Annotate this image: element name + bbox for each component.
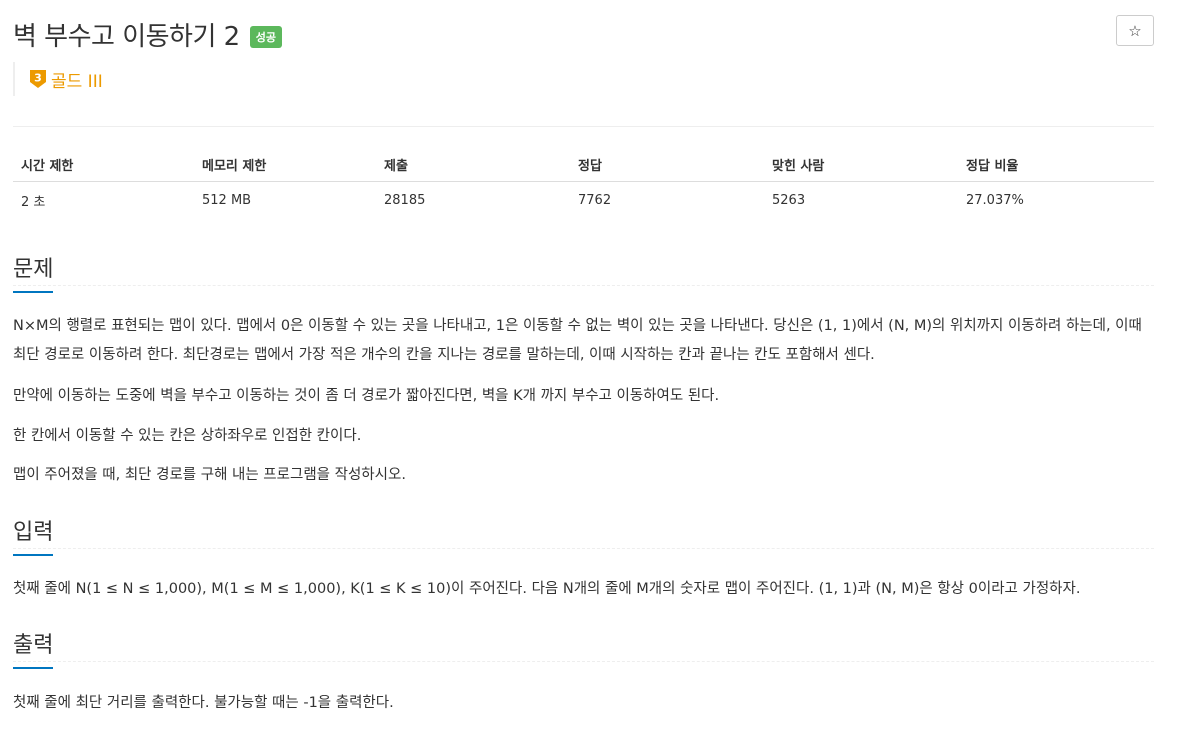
description-paragraph: 한 칸에서 이동할 수 있는 칸은 상하좌우로 인접한 칸이다. xyxy=(13,428,362,444)
tier-level-number: 3 xyxy=(34,72,42,85)
section-divider xyxy=(13,548,1154,549)
input-paragraph: 첫째 줄에 N(1 ≤ N ≤ 1,000), M(1 ≤ M ≤ 1,000)… xyxy=(13,581,1081,597)
value-submissions[interactable]: 28185 xyxy=(376,182,570,219)
value-accept-rate: 27.037% xyxy=(966,192,1024,208)
divider xyxy=(13,126,1154,127)
tier-label[interactable]: 골드 III xyxy=(51,67,103,92)
tier-badge-icon: 3 xyxy=(30,70,46,88)
star-icon: ☆ xyxy=(1128,21,1142,40)
value-accepted: 7762 xyxy=(578,192,612,208)
description-paragraph: 만약에 이동하는 도중에 벽을 부수고 이동하는 것이 좀 더 경로가 짧아진다… xyxy=(13,388,720,404)
favorite-button[interactable]: ☆ xyxy=(1116,15,1154,46)
title-row: 벽 부수고 이동하기 2 성공 xyxy=(13,14,282,54)
value-solved-users: 5263 xyxy=(772,192,806,208)
header-accepted: 정답 xyxy=(570,147,764,182)
description-paragraph: 맵이 주어졌을 때, 최단 경로를 구해 내는 프로그램을 작성하시오. xyxy=(13,467,406,483)
info-value-row: 2 초 512 MB 28185 7762 5263 27.037% xyxy=(13,182,1154,219)
output-paragraph: 첫째 줄에 최단 거리를 출력한다. 불가능할 때는 -1을 출력한다. xyxy=(13,695,394,711)
section-divider xyxy=(13,285,1154,286)
section-title-output: 출력 xyxy=(13,627,54,669)
info-header-row: 시간 제한 메모리 제한 제출 정답 맞힌 사람 정답 비율 xyxy=(13,147,1154,182)
section-title-input: 입력 xyxy=(13,514,54,556)
description-paragraph: N×M의 행렬로 표현되는 맵이 있다. 맵에서 0은 이동할 수 있는 곳을 … xyxy=(13,318,1142,363)
problem-info-table: 시간 제한 메모리 제한 제출 정답 맞힌 사람 정답 비율 2 초 512 M… xyxy=(13,147,1154,218)
value-time-limit: 2 초 xyxy=(21,194,46,210)
header-time-limit: 시간 제한 xyxy=(13,147,194,182)
problem-title: 벽 부수고 이동하기 2 xyxy=(13,21,240,52)
result-badge[interactable]: 성공 xyxy=(249,26,282,48)
section-divider xyxy=(13,661,1154,662)
header-submissions: 제출 xyxy=(376,147,570,182)
header-accept-rate: 정답 비율 xyxy=(958,147,1154,182)
header-solved-users: 맞힌 사람 xyxy=(764,147,958,182)
value-memory-limit: 512 MB xyxy=(202,192,252,208)
header-memory-limit: 메모리 제한 xyxy=(194,147,376,182)
tier-row: 3 골드 III xyxy=(13,62,103,96)
section-title-description: 문제 xyxy=(13,251,54,293)
